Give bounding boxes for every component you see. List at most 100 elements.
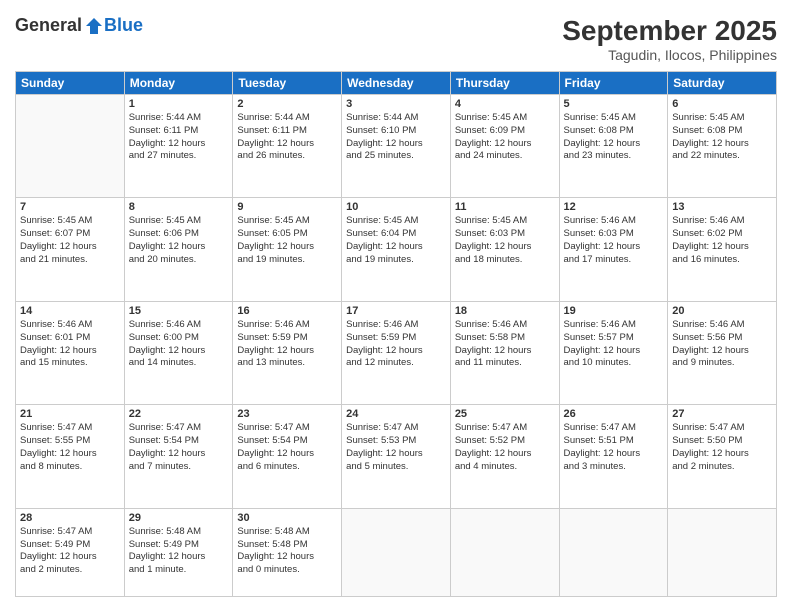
cell-info-line: Sunset: 6:09 PM — [455, 125, 525, 136]
cell-info: Sunrise: 5:48 AMSunset: 5:48 PMDaylight:… — [237, 526, 337, 577]
cell-info-line: Daylight: 12 hours — [455, 241, 532, 252]
calendar-cell: 17Sunrise: 5:46 AMSunset: 5:59 PMDayligh… — [342, 301, 451, 404]
week-row-3: 14 Sunrise: 5:46 AM Sunset: 6:01 PM Dayligh… — [16, 301, 777, 404]
cell-info: Sunrise: 5:46 AMSunset: 5:56 PMDaylight:… — [672, 319, 772, 370]
week-row-1: 1Sunrise: 5:44 AMSunset: 6:11 PMDaylight… — [16, 95, 777, 198]
cell-info-line: Sunrise: 5:46 AM — [129, 319, 201, 330]
cell-info-line: Daylight: 12 hours — [129, 138, 206, 149]
calendar-cell: 14 Sunrise: 5:46 AM Sunset: 6:01 PM Dayligh… — [16, 301, 125, 404]
cell-info-line: and 11 minutes. — [455, 357, 522, 368]
cell-info: Sunrise: 5:47 AMSunset: 5:51 PMDaylight:… — [564, 422, 664, 473]
cell-info-line: Daylight: 12 hours — [346, 345, 423, 356]
calendar-cell: 16Sunrise: 5:46 AMSunset: 5:59 PMDayligh… — [233, 301, 342, 404]
day-number: 16 — [237, 305, 337, 317]
cell-info-line: Sunrise: 5:48 AM — [129, 526, 201, 537]
day-number: 30 — [237, 512, 337, 524]
cell-info-line: Sunrise: 5:44 AM — [129, 112, 201, 123]
cell-info-line: and 20 minutes. — [129, 254, 197, 265]
cell-info-line: Daylight: 12 hours — [672, 345, 749, 356]
cell-info-line: Sunset: 6:04 PM — [346, 228, 416, 239]
calendar-cell: 30 Sunrise: 5:48 AMSunset: 5:48 PMDayligh… — [233, 508, 342, 596]
calendar-cell: 20Sunrise: 5:46 AMSunset: 5:56 PMDayligh… — [668, 301, 777, 404]
cell-info-line: Sunrise: 5:46 AM — [346, 319, 418, 330]
cell-info-line: Sunrise: 5:46 AM — [20, 319, 92, 330]
week-row-4: 21Sunrise: 5:47 AMSunset: 5:55 PMDayligh… — [16, 405, 777, 508]
calendar-cell — [668, 508, 777, 596]
cell-info-line: and 18 minutes. — [455, 254, 523, 265]
cell-info-line: Sunrise: 5:47 AM — [672, 422, 744, 433]
cell-info-line: Daylight: 12 hours — [455, 345, 532, 356]
day-number: 14 — [20, 305, 120, 317]
cell-info-line: Sunset: 6:08 PM — [672, 125, 742, 136]
calendar-cell: 23Sunrise: 5:47 AMSunset: 5:54 PMDayligh… — [233, 405, 342, 508]
calendar-cell: 28Sunrise: 5:47 AMSunset: 5:49 PMDayligh… — [16, 508, 125, 596]
cell-info-line: Sunrise: 5:44 AM — [346, 112, 418, 123]
calendar-cell: 2Sunrise: 5:44 AMSunset: 6:11 PMDaylight… — [233, 95, 342, 198]
column-header-saturday: Saturday — [668, 72, 777, 95]
day-number: 11 — [455, 201, 555, 213]
cell-info-line: Daylight: 12 hours — [346, 448, 423, 459]
cell-info-line: Sunset: 6:02 PM — [672, 228, 742, 239]
cell-info-line: Sunset: 5:51 PM — [564, 435, 634, 446]
cell-info: Sunrise: 5:47 AMSunset: 5:54 PMDaylight:… — [237, 422, 337, 473]
cell-info-line: Daylight: 12 hours — [672, 448, 749, 459]
calendar-cell — [342, 508, 451, 596]
cell-info-line: Sunrise: 5:46 AM — [672, 319, 744, 330]
cell-info: Sunrise: 5:45 AMSunset: 6:08 PMDaylight:… — [564, 112, 664, 163]
cell-info-line: Sunset: 5:58 PM — [455, 332, 525, 343]
cell-info-line: Daylight: 12 hours — [237, 345, 314, 356]
calendar-cell: 29 Sunrise: 5:48 AMSunset: 5:49 PMDayligh… — [124, 508, 233, 596]
calendar-table: SundayMondayTuesdayWednesdayThursdayFrid… — [15, 71, 777, 597]
day-number: 9 — [237, 201, 337, 213]
cell-info-line: Sunrise: 5:45 AM — [564, 112, 636, 123]
cell-info-line: Sunset: 6:11 PM — [237, 125, 307, 136]
week-row-5: 28Sunrise: 5:47 AMSunset: 5:49 PMDayligh… — [16, 508, 777, 596]
cell-info-line: and 4 minutes. — [455, 461, 517, 472]
cell-info-line: and 10 minutes. — [564, 357, 632, 368]
column-header-wednesday: Wednesday — [342, 72, 451, 95]
calendar-cell: 25Sunrise: 5:47 AMSunset: 5:52 PMDayligh… — [450, 405, 559, 508]
cell-info-line: Sunset: 6:07 PM — [20, 228, 90, 239]
day-number: 13 — [672, 201, 772, 213]
calendar-cell: 6Sunrise: 5:45 AMSunset: 6:08 PMDaylight… — [668, 95, 777, 198]
cell-info: Sunrise: 5:44 AMSunset: 6:11 PMDaylight:… — [237, 112, 337, 163]
day-number: 5 — [564, 98, 664, 110]
column-header-sunday: Sunday — [16, 72, 125, 95]
logo-blue-text: Blue — [104, 15, 143, 36]
calendar-cell — [559, 508, 668, 596]
cell-info-line: Sunset: 6:03 PM — [564, 228, 634, 239]
cell-info-line: Sunrise: 5:47 AM — [20, 526, 92, 537]
cell-info: Sunrise: 5:48 AMSunset: 5:49 PMDaylight:… — [129, 526, 229, 577]
cell-info-line: and 27 minutes. — [129, 150, 197, 161]
logo-general-text: General — [15, 15, 82, 36]
cell-info-line: Sunrise: 5:46 AM — [564, 215, 636, 226]
day-number: 3 — [346, 98, 446, 110]
logo: General Blue — [15, 15, 143, 36]
cell-info-line: and 15 minutes. — [20, 357, 88, 368]
day-number: 8 — [129, 201, 229, 213]
cell-info-line: Daylight: 12 hours — [20, 345, 97, 356]
day-number: 1 — [129, 98, 229, 110]
day-number: 29 — [129, 512, 229, 524]
cell-info-line: Daylight: 12 hours — [20, 551, 97, 562]
cell-info-line: Sunset: 5:50 PM — [672, 435, 742, 446]
calendar-cell: 8Sunrise: 5:45 AMSunset: 6:06 PMDaylight… — [124, 198, 233, 301]
day-number: 15 — [129, 305, 229, 317]
cell-info-line: Sunset: 5:59 PM — [237, 332, 307, 343]
cell-info-line: Daylight: 12 hours — [455, 138, 532, 149]
cell-info-line: Daylight: 12 hours — [129, 241, 206, 252]
cell-info-line: Sunrise: 5:47 AM — [455, 422, 527, 433]
calendar-cell: 19Sunrise: 5:46 AMSunset: 5:57 PMDayligh… — [559, 301, 668, 404]
cell-info-line: Sunset: 6:01 PM — [20, 332, 90, 343]
day-number: 6 — [672, 98, 772, 110]
cell-info-line: and 22 minutes. — [672, 150, 740, 161]
cell-info-line: and 12 minutes. — [346, 357, 414, 368]
cell-info-line: and 16 minutes. — [672, 254, 740, 265]
cell-info-line: Sunset: 5:55 PM — [20, 435, 90, 446]
cell-info: Sunrise: 5:45 AMSunset: 6:07 PMDaylight:… — [20, 215, 120, 266]
cell-info-line: Sunrise: 5:45 AM — [20, 215, 92, 226]
calendar-cell: 15Sunrise: 5:46 AMSunset: 6:00 PMDayligh… — [124, 301, 233, 404]
cell-info: Sunrise: 5:47 AMSunset: 5:54 PMDaylight:… — [129, 422, 229, 473]
cell-info-line: Sunset: 6:03 PM — [455, 228, 525, 239]
calendar-cell: 12Sunrise: 5:46 AMSunset: 6:03 PMDayligh… — [559, 198, 668, 301]
